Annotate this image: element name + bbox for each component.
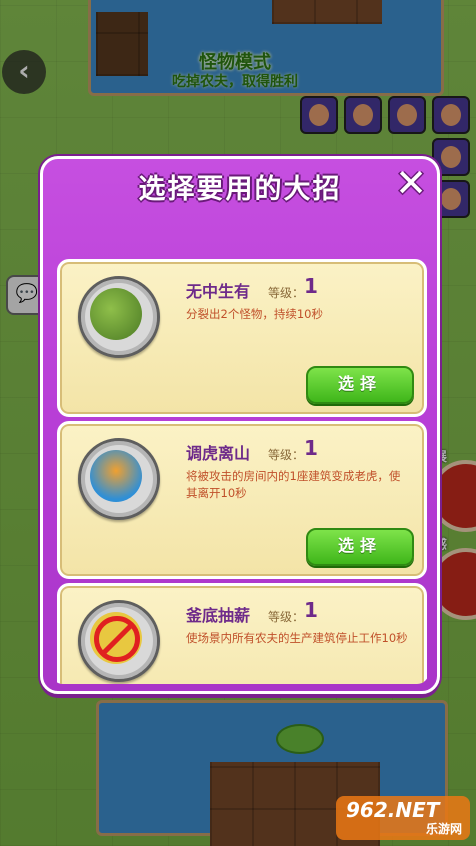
skill-name: 釜底抽薪 [186, 606, 251, 625]
skill-description: 将被攻击的房间内的1座建筑变成老虎，使其离开10秒 [186, 469, 401, 500]
watermark-subtext: 乐游网 [425, 822, 462, 836]
zombie-duo-icon [78, 276, 160, 358]
skill-name: 无中生有 [186, 282, 251, 301]
select-button[interactable]: 选择 [306, 366, 414, 404]
tiger-icon [78, 438, 160, 520]
skill-card: 调虎离山 等级： 1 将被攻击的房间内的1座建筑变成老虎，使其离开10秒 选择 [57, 421, 427, 579]
close-icon[interactable]: ✕ [391, 163, 431, 203]
skill-list[interactable]: 无中生有 等级： 1 分裂出2个怪物，持续10秒 选择 调虎离山 等级： 1 将… [51, 249, 429, 684]
level-label: 等级： [268, 448, 305, 462]
level-value: 1 [304, 436, 318, 460]
select-button[interactable]: 选择 [306, 528, 414, 566]
skill-description: 分裂出2个怪物，持续10秒 [186, 307, 323, 321]
site-watermark: 962.NET 乐游网 [336, 796, 470, 840]
level-value: 1 [304, 274, 318, 298]
no-building-icon [78, 600, 160, 682]
level-label: 等级： [268, 610, 305, 624]
skill-card: 无中生有 等级： 1 分裂出2个怪物，持续10秒 选择 [57, 259, 427, 417]
watermark-text: 962.NET [346, 798, 440, 822]
skill-description: 使场景内所有农夫的生产建筑停止工作10秒 [186, 631, 408, 645]
skill-card: 釜底抽薪 等级： 1 使场景内所有农夫的生产建筑停止工作10秒 选择 [57, 583, 427, 684]
skill-select-dialog: 选择要用的大招 ✕ 无中生有 等级： 1 分裂出2个怪物，持续10秒 选择 调虎… [40, 156, 440, 694]
dialog-title: 选择要用的大招 [138, 174, 342, 205]
level-label: 等级： [268, 286, 305, 300]
level-value: 1 [304, 598, 318, 622]
skill-name: 调虎离山 [186, 444, 251, 463]
